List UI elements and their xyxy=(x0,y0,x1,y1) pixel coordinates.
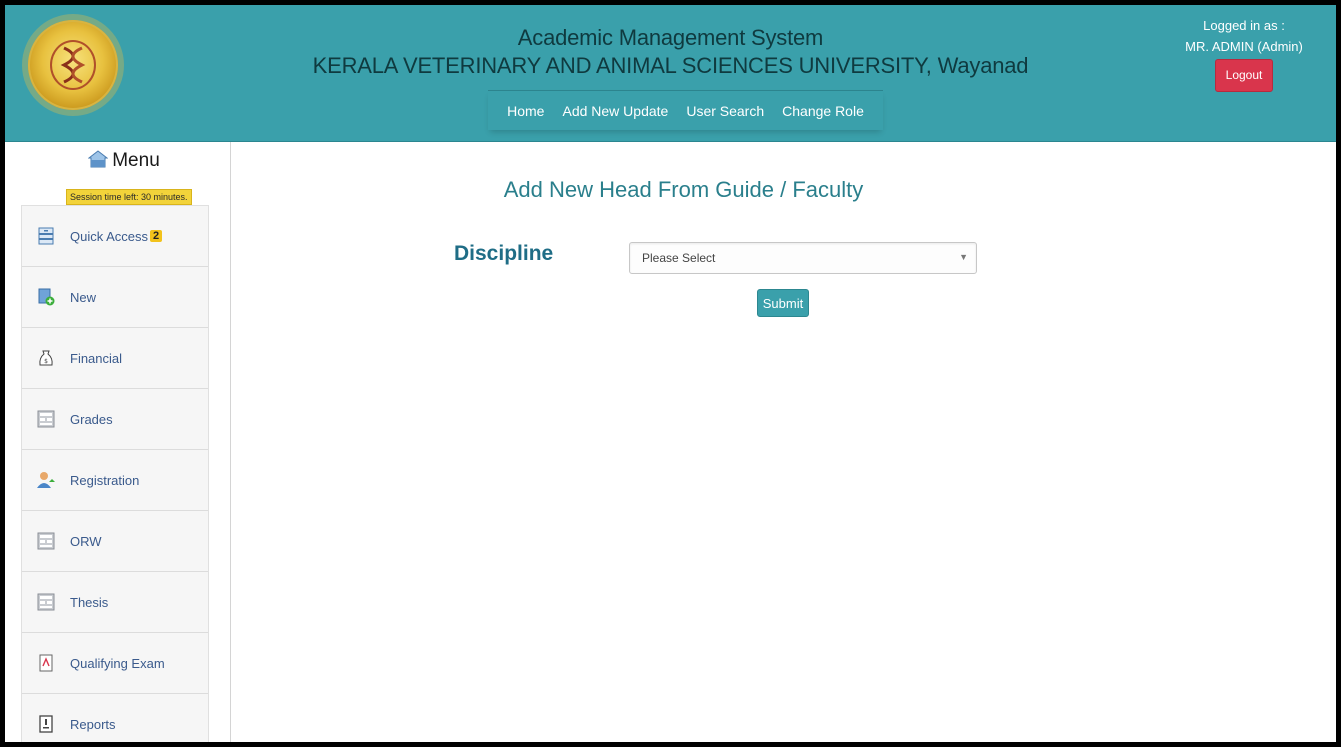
sidebar: Menu Session time left: 30 minutes. Quic… xyxy=(17,142,231,742)
nav-home[interactable]: Home xyxy=(498,103,553,119)
grades-icon xyxy=(36,409,56,429)
thesis-icon xyxy=(36,592,56,612)
exam-document-icon xyxy=(36,653,56,673)
menu-title-text: Menu xyxy=(112,150,160,171)
submit-button[interactable]: Submit xyxy=(757,289,809,317)
sidebar-item-label: Registration xyxy=(70,472,140,488)
home-icon xyxy=(87,150,109,174)
quick-access-icon xyxy=(36,226,56,246)
session-timer-badge: Session time left: 30 minutes. xyxy=(66,189,192,205)
chevron-down-icon: ▼ xyxy=(959,252,968,262)
sidebar-item-qualifying-exam[interactable]: Qualifying Exam xyxy=(22,633,208,694)
sidebar-item-registration[interactable]: Registration xyxy=(22,450,208,511)
app-title: Academic Management System xyxy=(517,25,824,50)
sidebar-item-label: Quick Access xyxy=(70,228,149,244)
sidebar-item-financial[interactable]: $ Financial xyxy=(22,328,208,389)
nav-add-new-update[interactable]: Add New Update xyxy=(553,103,677,119)
quick-access-count-badge: 2 xyxy=(150,230,163,242)
sidebar-item-quick-access[interactable]: Quick Access 2 xyxy=(22,206,208,267)
logout-button[interactable]: Logout xyxy=(1214,59,1274,92)
university-title: KERALA VETERINARY AND ANIMAL SCIENCES UN… xyxy=(312,53,1029,78)
sidebar-menu: Quick Access 2 New $ Financial Grades Re… xyxy=(21,205,209,742)
nav-user-search[interactable]: User Search xyxy=(677,103,773,119)
current-user: MR. ADMIN (Admin) xyxy=(1185,39,1303,54)
money-bag-icon: $ xyxy=(36,348,56,368)
sidebar-item-label: Qualifying Exam xyxy=(70,655,165,671)
sidebar-item-label: Grades xyxy=(70,411,113,427)
discipline-label: Discipline xyxy=(454,242,554,265)
sidebar-item-orw[interactable]: ORW xyxy=(22,511,208,572)
sidebar-item-new[interactable]: New xyxy=(22,267,208,328)
sidebar-item-label: Thesis xyxy=(70,594,109,610)
top-nav: Home Add New Update User Search Change R… xyxy=(488,90,883,130)
sidebar-item-label: Financial xyxy=(70,350,123,366)
sidebar-item-label: New xyxy=(70,289,97,305)
menu-title: Menu xyxy=(17,150,231,174)
reports-icon xyxy=(36,714,56,734)
sidebar-item-reports[interactable]: Reports xyxy=(22,694,208,742)
sidebar-item-grades[interactable]: Grades xyxy=(22,389,208,450)
discipline-select[interactable]: Please Select ▼ xyxy=(629,242,977,274)
header-bar: Academic Management System KERALA VETERI… xyxy=(5,5,1336,142)
logged-in-label: Logged in as : xyxy=(1203,18,1285,33)
sidebar-item-label: ORW xyxy=(70,533,102,549)
new-document-icon xyxy=(36,287,56,307)
sidebar-item-thesis[interactable]: Thesis xyxy=(22,572,208,633)
discipline-select-value: Please Select xyxy=(642,251,716,265)
nav-change-role[interactable]: Change Role xyxy=(773,103,873,119)
registration-user-icon xyxy=(36,470,56,490)
sidebar-item-label: Reports xyxy=(70,716,116,732)
orw-icon xyxy=(36,531,56,551)
login-info: Logged in as : MR. ADMIN (Admin) Logout xyxy=(1174,15,1314,92)
svg-text:$: $ xyxy=(44,358,48,365)
page-title: Add New Head From Guide / Faculty xyxy=(503,177,864,202)
app-frame: Academic Management System KERALA VETERI… xyxy=(5,5,1336,742)
